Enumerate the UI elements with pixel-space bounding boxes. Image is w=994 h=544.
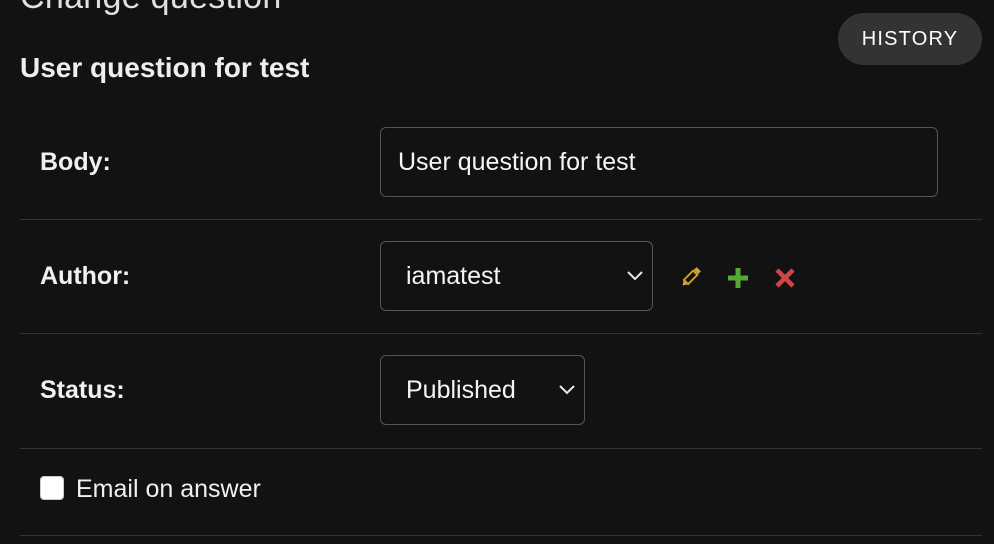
status-select[interactable]: Published	[380, 355, 585, 425]
status-selected-value: Published	[406, 375, 516, 404]
author-select[interactable]: iamatest	[380, 241, 653, 311]
email-on-answer-checkbox[interactable]	[40, 476, 64, 500]
form-row-status: Status: Published	[20, 334, 982, 449]
email-on-answer-label[interactable]: Email on answer	[76, 475, 261, 504]
body-input[interactable]: User question for test	[380, 127, 938, 197]
history-button[interactable]: HISTORY	[838, 13, 982, 65]
pencil-icon[interactable]	[678, 264, 704, 290]
form-row-body: Body: User question for test	[20, 112, 982, 220]
plus-icon[interactable]	[725, 265, 751, 291]
x-icon[interactable]	[772, 265, 798, 291]
fieldset-title: User question for test	[20, 52, 310, 83]
author-label: Author:	[40, 262, 131, 290]
author-selected-value: iamatest	[406, 261, 501, 290]
status-label: Status:	[40, 376, 125, 404]
change-form-page: Change question HISTORY User question fo…	[0, 0, 994, 544]
chevron-down-icon	[627, 271, 643, 281]
chevron-down-icon	[559, 385, 575, 395]
form-row-author: Author: iamatest	[20, 220, 982, 334]
form-row-email-on-answer: Email on answer	[20, 449, 982, 536]
page-title: Change question	[20, 0, 282, 17]
body-label: Body:	[40, 148, 111, 176]
